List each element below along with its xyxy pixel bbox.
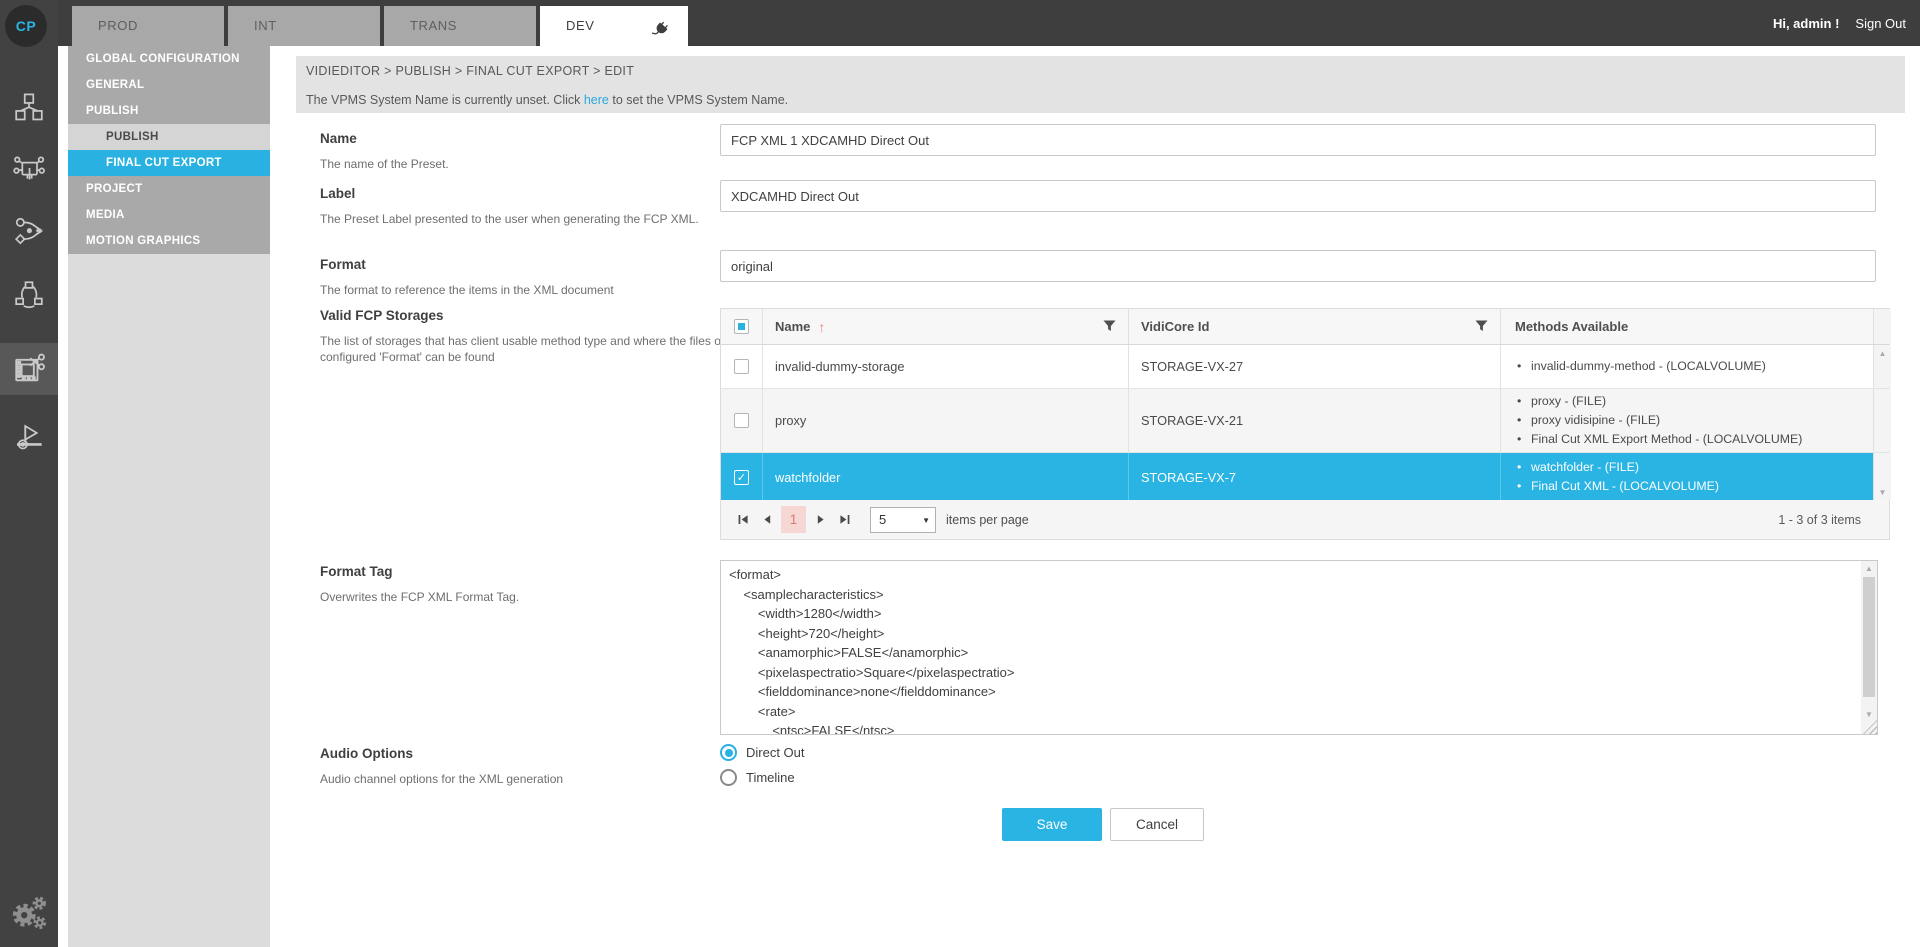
assets-icon[interactable] — [0, 82, 58, 134]
cancel-button[interactable]: Cancel — [1110, 808, 1204, 841]
radio-timeline[interactable]: Timeline — [720, 769, 795, 786]
storages-label: Valid FCP Storages — [320, 308, 444, 323]
app-root: PROD INT TRANS DEV Hi, admin ! Sign Out — [0, 0, 1920, 947]
header-band: VIDIEDITOR > PUBLISH > FINAL CUT EXPORT … — [296, 56, 1905, 113]
items-range-label: 1 - 3 of 3 items — [1778, 513, 1861, 527]
icon-rail — [0, 0, 58, 947]
table-scrollbar — [1873, 309, 1891, 344]
name-label: Name — [320, 131, 357, 146]
scroll-down-icon[interactable]: ▼ — [1861, 710, 1877, 719]
pagination-bar: 1 5 ▼ items per page 1 - 3 of 3 items — [720, 500, 1890, 540]
items-per-page-label: items per page — [946, 513, 1029, 527]
format-input[interactable] — [720, 250, 1876, 282]
select-all-checkbox[interactable] — [734, 319, 749, 334]
table-row[interactable]: invalid-dummy-storage STORAGE-VX-27 inva… — [721, 345, 1889, 389]
table-scrollbar[interactable] — [1873, 389, 1891, 452]
format-label: Format — [320, 257, 366, 272]
user-area: Hi, admin ! Sign Out — [1773, 0, 1906, 46]
sidebar-item-publish[interactable]: PUBLISH — [68, 98, 270, 124]
scroll-down-icon[interactable]: ▼ — [1874, 488, 1891, 497]
vpms-notice: The VPMS System Name is currently unset.… — [306, 93, 788, 107]
row-checkbox[interactable] — [734, 413, 749, 428]
name-input[interactable] — [720, 124, 1876, 156]
storages-table: Name ↑ VidiCore Id Methods Available inv… — [720, 308, 1890, 502]
table-scrollbar[interactable]: ▲ — [1873, 345, 1891, 388]
format-description: The format to reference the items in the… — [320, 282, 790, 298]
format-tag-textarea[interactable]: <format> <samplecharacteristics> <width>… — [720, 560, 1878, 735]
tab-dev[interactable]: DEV — [540, 6, 688, 46]
tab-int[interactable]: INT — [228, 6, 380, 46]
sidebar-item-general[interactable]: GENERAL — [68, 72, 270, 98]
row-checkbox-checked[interactable]: ✓ — [734, 470, 749, 485]
audio-options-label: Audio Options — [320, 746, 413, 761]
sidebar-item-global-configuration[interactable]: GLOBAL CONFIGURATION — [68, 46, 270, 72]
table-scrollbar[interactable]: ▼ — [1873, 453, 1891, 501]
last-page-icon[interactable] — [832, 508, 856, 532]
caret-down-icon: ▼ — [922, 516, 930, 525]
sidebar-item-motion-graphics[interactable]: MOTION GRAPHICS — [68, 228, 270, 254]
table-row[interactable]: proxy STORAGE-VX-21 proxy - (FILE) proxy… — [721, 389, 1889, 453]
sort-asc-icon: ↑ — [818, 319, 825, 335]
sidebar-item-project[interactable]: PROJECT — [68, 176, 270, 202]
avatar: CP — [5, 5, 47, 47]
settings-gears-icon[interactable] — [0, 886, 58, 938]
scroll-up-icon[interactable]: ▲ — [1861, 564, 1877, 573]
label-description: The Preset Label presented to the user w… — [320, 211, 775, 227]
scrollbar-thumb[interactable] — [1863, 577, 1875, 697]
prev-page-icon[interactable] — [755, 508, 779, 532]
tab-prod[interactable]: PROD — [72, 6, 224, 46]
sign-out-link[interactable]: Sign Out — [1855, 16, 1906, 31]
filter-icon[interactable] — [1103, 320, 1116, 335]
interactive-config-icon[interactable] — [0, 144, 58, 196]
column-header-vidicore-id[interactable]: VidiCore Id — [1129, 309, 1501, 344]
column-header-methods: Methods Available — [1501, 309, 1873, 344]
filter-icon[interactable] — [1475, 320, 1488, 335]
column-header-name[interactable]: Name ↑ — [763, 309, 1129, 344]
radio-unselected-icon[interactable] — [720, 769, 737, 786]
sidebar-item-media[interactable]: MEDIA — [68, 202, 270, 228]
tab-trans[interactable]: TRANS — [384, 6, 536, 46]
label-label: Label — [320, 186, 355, 201]
page-size-select[interactable]: 5 ▼ — [870, 507, 936, 533]
first-page-icon[interactable] — [731, 508, 755, 532]
radio-direct-out[interactable]: Direct Out — [720, 744, 805, 761]
save-button[interactable]: Save — [1002, 808, 1102, 841]
collaboration-icon[interactable] — [0, 268, 58, 320]
player-icon[interactable] — [0, 412, 58, 464]
scroll-up-icon[interactable]: ▲ — [1874, 349, 1891, 358]
sidebar-menu: GLOBAL CONFIGURATION GENERAL PUBLISH PUB… — [68, 46, 270, 947]
name-description: The name of the Preset. — [320, 156, 790, 172]
next-page-icon[interactable] — [808, 508, 832, 532]
sidebar-subitem-final-cut-export[interactable]: FINAL CUT EXPORT — [68, 150, 270, 176]
format-tag-editor: <format> <samplecharacteristics> <width>… — [720, 560, 1878, 735]
sidebar-subitem-publish[interactable]: PUBLISH — [68, 124, 270, 150]
table-header-row: Name ↑ VidiCore Id Methods Available — [721, 309, 1889, 345]
user-greeting: Hi, admin ! — [1773, 16, 1839, 31]
breadcrumb: VIDIEDITOR > PUBLISH > FINAL CUT EXPORT … — [306, 64, 634, 78]
current-page-button[interactable]: 1 — [781, 506, 806, 533]
format-tag-label: Format Tag — [320, 564, 393, 579]
video-editor-icon[interactable] — [0, 343, 58, 395]
radio-selected-icon[interactable] — [720, 744, 737, 761]
plug-icon — [650, 16, 670, 56]
vpms-here-link[interactable]: here — [584, 93, 609, 107]
textarea-scrollbar[interactable]: ▲ ▼ — [1861, 561, 1877, 734]
row-checkbox[interactable] — [734, 359, 749, 374]
table-row-selected[interactable]: ✓ watchfolder STORAGE-VX-7 watchfolder -… — [721, 453, 1889, 501]
top-bar: PROD INT TRANS DEV Hi, admin ! Sign Out — [0, 0, 1920, 46]
label-input[interactable] — [720, 180, 1876, 212]
workflow-icon[interactable] — [0, 206, 58, 258]
